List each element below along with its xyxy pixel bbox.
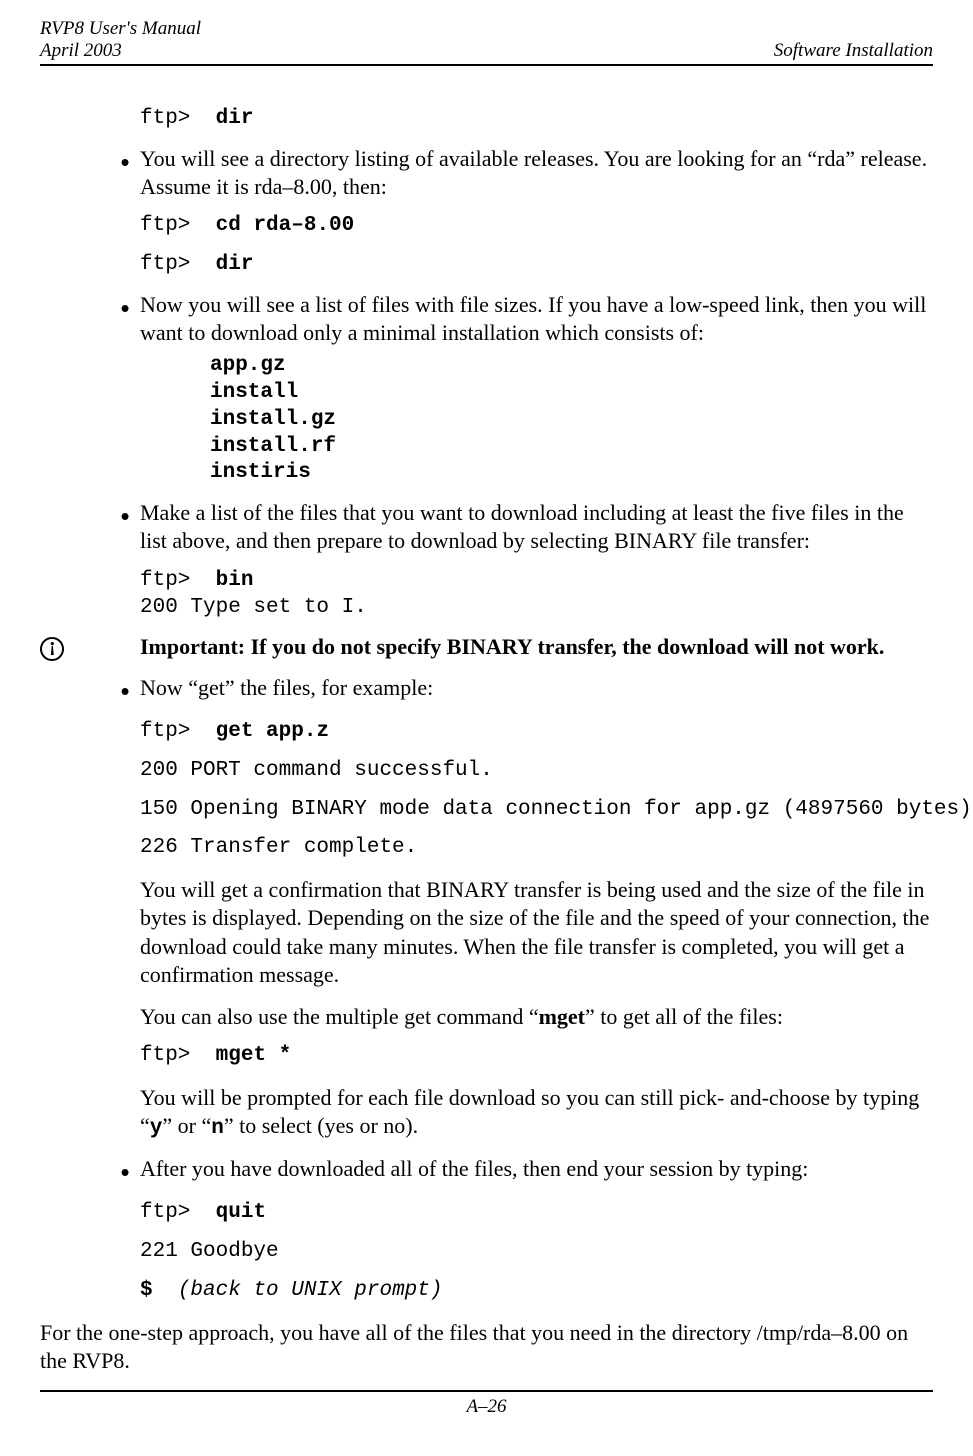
content-body: ftp> dir You will see a directory listin… [40,106,933,1376]
mget-word: mget [539,1004,585,1029]
resp-open: 150 Opening BINARY mode data connection … [140,797,933,824]
para-confirm: You will get a confirmation that BINARY … [140,876,933,989]
para-onestep: For the one-step approach, you have all … [40,1319,933,1375]
cmd-quit: quit [216,1201,266,1224]
back-prompt-text: (back to UNIX prompt) [178,1279,443,1302]
resp-port: 200 PORT command successful. [140,758,933,785]
file-item: install [210,380,933,407]
doc-date: April 2003 [40,40,201,62]
ftp-prompt: ftp> [140,107,190,130]
ftp-line-get: ftp> get app.z [140,719,933,746]
bullet-item-1: You will see a directory listing of avai… [110,145,933,201]
bullet-item-3: Make a list of the files that you want t… [110,499,933,555]
cmd-dir: dir [216,107,254,130]
para-mget-post: ” to get all of the files: [585,1004,783,1029]
ftp-prompt: ftp> [140,1044,190,1067]
para-prompt-mid: ” or “ [162,1113,211,1138]
ftp-prompt: ftp> [140,253,190,276]
ftp-prompt: ftp> [140,569,190,592]
bullet-icon [110,1155,140,1188]
page-number: A–26 [40,1396,933,1418]
cmd-mget: mget * [216,1044,292,1067]
file-item: install.rf [210,434,933,461]
doc-title: RVP8 User's Manual [40,18,201,40]
bullet-text-3: Make a list of the files that you want t… [140,499,933,555]
ftp-line-dir2: ftp> dir [140,252,933,279]
bullet-item-5: After you have downloaded all of the fil… [110,1155,933,1188]
important-text: Important: If you do not specify BINARY … [140,633,933,661]
ftp-line-mget: ftp> mget * [140,1043,933,1070]
para-mget-pre: You can also use the multiple get comman… [140,1004,539,1029]
ftp-line-quit: ftp> quit [140,1200,933,1227]
cmd-dir: dir [216,253,254,276]
bullet-text-2: Now you will see a list of files with fi… [140,291,933,347]
resp-transfer: 226 Transfer complete. [140,835,933,862]
header-left: RVP8 User's Manual April 2003 [40,18,201,62]
resp-goodbye: 221 Goodbye [140,1239,933,1266]
page-footer: A–26 [40,1390,933,1418]
file-list: app.gz install install.gz install.rf ins… [210,353,933,487]
file-item: install.gz [210,407,933,434]
ftp-line-dir1: ftp> dir [140,106,933,133]
y-key: y [150,1117,163,1140]
bullet-text-1: You will see a directory listing of avai… [140,145,933,201]
bullet-text-5: After you have downloaded all of the fil… [140,1155,933,1183]
n-key: n [211,1117,224,1140]
ftp-line-cd: ftp> cd rda–8.00 [140,213,933,240]
bullet-item-2: Now you will see a list of files with fi… [110,291,933,347]
resp-bin: 200 Type set to I. [140,596,367,619]
ftp-line-bin: ftp> bin 200 Type set to I. [140,568,933,622]
bullet-icon [110,145,140,178]
header-divider [40,64,933,66]
cmd-get: get app.z [216,720,329,743]
footer-divider [40,1390,933,1392]
bullet-icon [110,674,140,707]
para-mget: You can also use the multiple get comman… [140,1003,933,1031]
bullet-icon [110,291,140,324]
file-item: app.gz [210,353,933,380]
bullet-text-4: Now “get” the files, for example: [140,674,933,702]
bullet-icon [110,499,140,532]
para-prompt-post: ” to select (yes or no). [224,1113,418,1138]
ftp-prompt: ftp> [140,214,190,237]
page-header: RVP8 User's Manual April 2003 Software I… [40,18,933,64]
ftp-prompt: ftp> [140,720,190,743]
header-section: Software Installation [774,40,933,62]
ftp-prompt: ftp> [140,1201,190,1224]
cmd-bin: bin [216,569,254,592]
file-item: instiris [210,460,933,487]
important-note: ! Important: If you do not specify BINAR… [40,633,933,661]
cmd-cd: cd rda–8.00 [216,214,355,237]
back-to-prompt: $ (back to UNIX prompt) [140,1278,933,1305]
bullet-item-4: Now “get” the files, for example: [110,674,933,707]
alert-icon: ! [40,637,64,661]
para-prompt: You will be prompted for each file downl… [140,1084,933,1143]
dollar-prompt: $ [140,1279,153,1302]
